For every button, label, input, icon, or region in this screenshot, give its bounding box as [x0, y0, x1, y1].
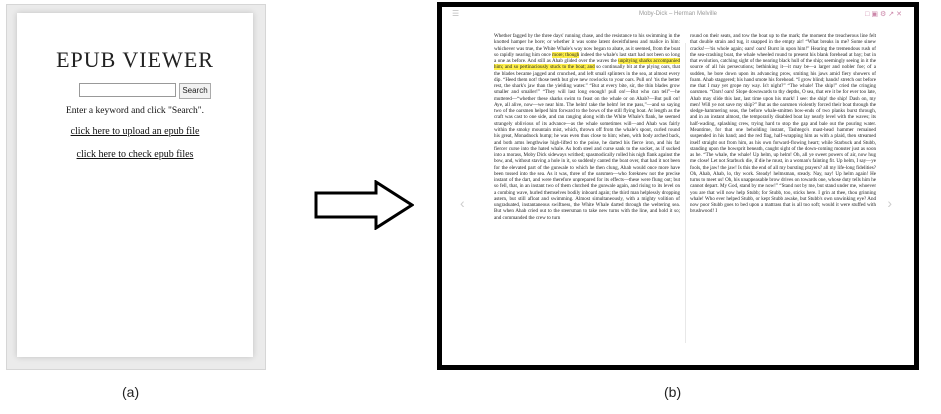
text-highlight[interactable]: more; though	[552, 51, 580, 58]
search-hint: Enter a keyword and click "Search".	[65, 106, 205, 116]
check-epub-link[interactable]: click here to check epub files	[17, 149, 253, 160]
reader-window: ☰ Moby-Dick – Herman Melville □▣⚙↗✕ ‹ › …	[437, 2, 919, 370]
next-page-button[interactable]: ›	[887, 195, 892, 211]
caption-b: (b)	[664, 384, 682, 400]
book-title: Moby-Dick – Herman Melville	[638, 11, 718, 17]
caption-a: (a)	[122, 384, 140, 400]
epub-viewer-page: EPUB VIEWER Search Enter a keyword and c…	[17, 13, 253, 357]
epub-viewer-panel: EPUB VIEWER Search Enter a keyword and c…	[6, 4, 266, 370]
gear-icon[interactable]: ⚙	[880, 11, 888, 18]
reader-toolbar: ☰ Moby-Dick – Herman Melville □▣⚙↗✕	[442, 9, 914, 21]
right-page: round on their seats, and tow the boat u…	[690, 33, 876, 349]
page-text: round on their seats, and tow the boat u…	[690, 33, 876, 215]
upload-epub-link[interactable]: click here to upload an epub file	[17, 126, 253, 137]
page-divider	[685, 43, 686, 343]
right-arrow-icon	[314, 180, 414, 230]
toolbar-icons[interactable]: □▣⚙↗✕	[865, 10, 904, 18]
search-button[interactable]: Search	[179, 83, 211, 99]
close-icon[interactable]: ✕	[896, 11, 904, 18]
page-text: so continually bit at the plying oars, t…	[494, 64, 680, 221]
left-page: Whether fagged by the three days' runnin…	[494, 33, 680, 349]
search-row: Search	[79, 83, 219, 99]
search-input[interactable]	[79, 83, 176, 97]
fullscreen-icon[interactable]: ↗	[888, 11, 896, 18]
page-title: EPUB VIEWER	[56, 47, 214, 72]
previous-page-button[interactable]: ‹	[460, 195, 465, 211]
settings-icon[interactable]: ▣	[871, 11, 880, 18]
